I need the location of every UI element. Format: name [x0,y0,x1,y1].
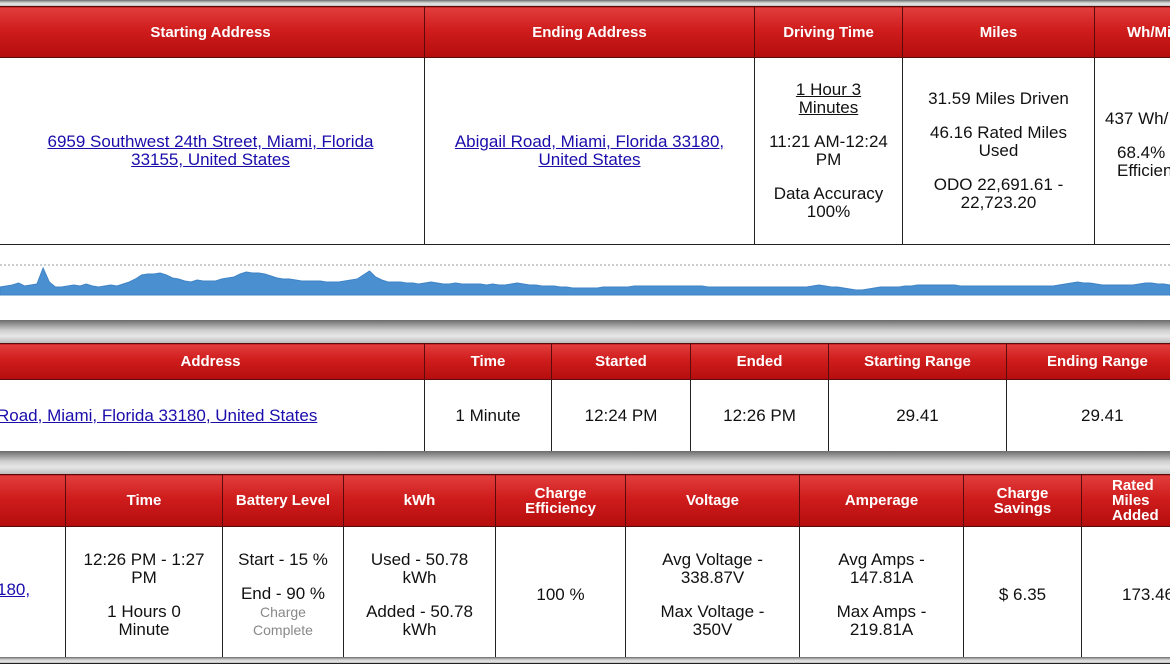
trip-table: Starting Address Ending Address Driving … [0,6,1170,245]
bottom-band [0,657,1170,663]
col-starting-address: Starting Address [0,7,425,58]
col-session-address [0,475,66,527]
session-duration: 1 Hours 0 Minute [80,603,208,639]
col-wh-mi: Wh/Mi [1095,7,1170,58]
charging-address-link[interactable]: Road, Miami, Florida 33180, United State… [0,406,317,425]
session-table: Time Battery Level kWh Charge Efficiency… [0,474,1170,664]
trip-row: 6959 Southwest 24th Street, Miami, Flori… [0,58,1170,245]
battery-end: End - 90 % [229,585,337,603]
col-charge-efficiency: Charge Efficiency [496,475,626,527]
session-address-link[interactable]: 180, [0,580,30,599]
col-starting-range: Starting Range [829,344,1007,380]
miles-cell: 31.59 Miles Driven 46.16 Rated Miles Use… [903,58,1095,245]
miles-driven: 31.59 Miles Driven [923,90,1074,108]
avg-voltage: Avg Voltage - 338.87V [646,551,779,587]
col-started: Started [552,344,691,380]
session-row: 180, 12:26 PM - 1:27 PM 1 Hours 0 Minute… [0,527,1170,664]
col-kwh: kWh [344,475,496,527]
max-voltage: Max Voltage - 350V [646,603,779,639]
kwh-used: Used - 50.78 kWh [360,551,479,587]
charge-status: Charge Complete [229,603,337,639]
col-driving-time: Driving Time [755,7,903,58]
battery-level-cell: Start - 15 % End - 90 % Charge Complete [223,527,344,664]
charge-efficiency: 100 % [496,527,626,664]
driving-time-cell: 1 Hour 3 Minutes 11:21 AM-12:24 PM Data … [755,58,903,245]
col-ending-range: Ending Range [1007,344,1170,380]
max-amps: Max Amps - 219.81A [820,603,943,639]
charging-time: 1 Minute [425,380,552,452]
charge-savings: $ 6.35 [964,527,1082,664]
end-address-link[interactable]: Abigail Road, Miami, Florida 33180, Unit… [455,132,724,169]
col-time: Time [425,344,552,380]
start-address-link[interactable]: 6959 Southwest 24th Street, Miami, Flori… [48,132,374,169]
charging-ended: 12:26 PM [691,380,829,452]
end-address-cell: Abigail Road, Miami, Florida 33180, Unit… [425,58,755,245]
kwh-added: Added - 50.78 kWh [360,603,479,639]
separator-band-2 [0,451,1170,474]
col-ending-address: Ending Address [425,7,755,58]
charging-ending-range: 29.41 [1007,380,1170,452]
col-miles: Miles [903,7,1095,58]
amperage-cell: Avg Amps - 147.81A Max Amps - 219.81A [800,527,964,664]
kwh-cell: Used - 50.78 kWh Added - 50.78 kWh [344,527,496,664]
charging-row: Road, Miami, Florida 33180, United State… [0,380,1170,452]
session-header-row: Time Battery Level kWh Charge Efficiency… [0,475,1170,527]
col-charge-savings: Charge Savings [964,475,1082,527]
wh-per-mile: 437 Wh/ [1105,110,1170,128]
charging-header-row: Address Time Started Ended Starting Rang… [0,344,1170,380]
separator-band-1 [0,320,1170,343]
driving-duration-link[interactable]: 1 Hour 3 Minutes [796,80,861,117]
avg-amps: Avg Amps - 147.81A [820,551,943,587]
charging-started: 12:24 PM [552,380,691,452]
charging-address-cell: Road, Miami, Florida 33180, United State… [0,380,425,452]
col-voltage: Voltage [626,475,800,527]
elevation-area [0,268,1170,295]
col-session-time: Time [66,475,223,527]
charging-table: Address Time Started Ended Starting Rang… [0,343,1170,452]
session-time-cell: 12:26 PM - 1:27 PM 1 Hours 0 Minute [66,527,223,664]
col-amperage: Amperage [800,475,964,527]
trip-chart-svg [0,245,1170,320]
col-battery-level: Battery Level [223,475,344,527]
rated-miles-used: 46.16 Rated Miles Used [923,124,1074,160]
battery-start: Start - 15 % [229,551,337,569]
efficiency: 68.4% Efficien [1117,144,1170,180]
charging-starting-range: 29.41 [829,380,1007,452]
data-accuracy: Data Accuracy 100% [769,185,888,221]
col-address: Address [0,344,425,380]
trip-chart [0,245,1170,320]
session-address-cell: 180, [0,527,66,664]
driving-time-span: 11:21 AM-12:24 PM [769,133,888,169]
col-ended: Ended [691,344,829,380]
wh-mi-cell: 437 Wh/ 68.4% Efficien [1095,58,1170,245]
trip-header-row: Starting Address Ending Address Driving … [0,7,1170,58]
session-time-span: 12:26 PM - 1:27 PM [80,551,208,587]
rated-miles-added: 173.46 [1082,527,1170,664]
odometer-range: ODO 22,691.61 - 22,723.20 [923,176,1074,212]
col-rated-miles-added: Rated Miles Added [1082,475,1170,527]
voltage-cell: Avg Voltage - 338.87V Max Voltage - 350V [626,527,800,664]
start-address-cell: 6959 Southwest 24th Street, Miami, Flori… [0,58,425,245]
